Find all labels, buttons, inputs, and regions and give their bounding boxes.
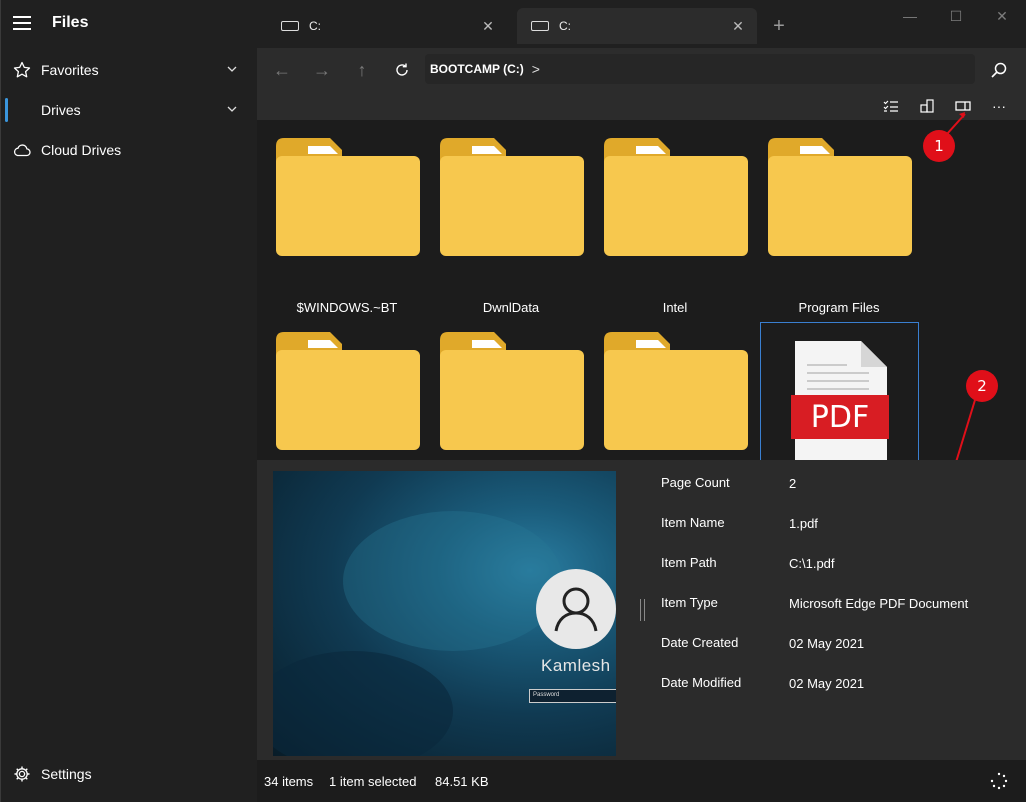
new-tab-button[interactable]: + bbox=[769, 16, 789, 36]
property-label: Item Path bbox=[661, 555, 717, 570]
close-icon[interactable]: ✕ bbox=[731, 19, 745, 33]
folder-item[interactable] bbox=[271, 322, 423, 460]
sidebar-item-label: Drives bbox=[41, 102, 81, 118]
item-name: Intel bbox=[662, 300, 688, 315]
sidebar-item-drives[interactable]: Drives bbox=[1, 92, 249, 128]
tab-label: C: bbox=[559, 19, 571, 33]
navigation-toolbar: ← → ↑ BOOTCAMP (C:) > bbox=[257, 48, 1026, 92]
multiselect-icon[interactable] bbox=[881, 96, 901, 116]
tab-label: C: bbox=[309, 19, 321, 33]
folder-icon bbox=[604, 332, 748, 450]
app-title: Files bbox=[52, 14, 89, 31]
sidebar-item-label: Favorites bbox=[41, 62, 99, 78]
breadcrumb[interactable]: BOOTCAMP (C:) bbox=[430, 62, 524, 76]
sidebar-item-label: Cloud Drives bbox=[41, 142, 122, 158]
layout-mode-icon[interactable] bbox=[917, 96, 937, 116]
pane-splitter-handle[interactable] bbox=[640, 599, 645, 621]
app-header: Files bbox=[13, 12, 88, 34]
property-value: 02 May 2021 bbox=[789, 636, 865, 651]
preview-image: Kamlesh Password bbox=[273, 471, 616, 756]
property-value: 2 bbox=[789, 476, 797, 491]
folder-item[interactable] bbox=[599, 322, 751, 460]
status-bar: 34 items 1 item selected 84.51 KB bbox=[257, 760, 1026, 802]
folder-icon bbox=[768, 138, 912, 256]
property-label: Date Created bbox=[661, 635, 739, 650]
maximize-button[interactable]: ☐ bbox=[933, 8, 979, 30]
folder-icon bbox=[440, 332, 584, 450]
minimize-button[interactable]: — bbox=[887, 8, 933, 30]
up-arrow-icon[interactable]: ↑ bbox=[349, 58, 375, 82]
sidebar: Files Favorites Drives Cloud Drives Sett… bbox=[0, 0, 257, 802]
tab-drive-c-2[interactable]: C: ✕ bbox=[517, 8, 757, 44]
pdf-badge-text: PDF bbox=[811, 400, 869, 435]
file-grid: $WINDOWS.~BT DwnlData Intel Program File… bbox=[257, 120, 1026, 460]
property-value: 02 May 2021 bbox=[789, 676, 865, 691]
chevron-down-icon[interactable] bbox=[227, 64, 237, 74]
tab-bar: C: ✕ C: ✕ + — ☐ ✕ bbox=[257, 0, 1026, 48]
folder-item[interactable] bbox=[435, 322, 587, 460]
password-field: Password bbox=[529, 689, 616, 703]
folder-item[interactable]: Intel bbox=[599, 128, 751, 318]
property-label: Item Type bbox=[661, 595, 718, 610]
property-label: Page Count bbox=[661, 475, 730, 490]
main-area: C: ✕ C: ✕ + — ☐ ✕ ← → ↑ BOOTCAMP (C:) > bbox=[257, 0, 1026, 802]
drive-icon bbox=[531, 21, 549, 31]
preview-pane: Kamlesh Password Page Count 2 Item Name … bbox=[257, 460, 1026, 760]
hamburger-menu-icon[interactable] bbox=[13, 16, 31, 30]
callout-arrow-icon bbox=[946, 112, 966, 135]
close-icon[interactable]: ✕ bbox=[481, 19, 495, 33]
folder-item[interactable]: DwnlData bbox=[435, 128, 587, 318]
window-close-button[interactable]: ✕ bbox=[979, 8, 1025, 30]
cloud-icon bbox=[12, 140, 32, 160]
property-label: Item Name bbox=[661, 515, 725, 530]
forward-arrow-icon[interactable]: → bbox=[309, 58, 335, 82]
property-value: C:\1.pdf bbox=[789, 556, 835, 571]
breadcrumb-separator[interactable]: > bbox=[532, 61, 540, 77]
selection-size: 84.51 KB bbox=[435, 774, 489, 789]
star-icon bbox=[12, 60, 32, 80]
pdf-file-icon: PDF bbox=[791, 341, 889, 460]
property-value: Microsoft Edge PDF Document bbox=[789, 596, 969, 611]
folder-icon bbox=[276, 332, 420, 450]
view-toolbar: ··· bbox=[257, 92, 1026, 120]
settings-label: Settings bbox=[41, 766, 92, 782]
folder-icon bbox=[604, 138, 748, 256]
settings-button[interactable]: Settings bbox=[1, 756, 249, 792]
avatar bbox=[536, 569, 616, 649]
item-name: Program Files bbox=[798, 300, 880, 315]
drive-icon bbox=[281, 21, 299, 31]
user-name: Kamlesh bbox=[541, 656, 611, 675]
property-value: 1.pdf bbox=[789, 516, 818, 531]
chevron-down-icon[interactable] bbox=[227, 104, 237, 114]
drive-icon bbox=[12, 100, 32, 120]
sidebar-item-favorites[interactable]: Favorites bbox=[1, 52, 249, 88]
item-name: DwnlData bbox=[482, 300, 540, 315]
selection-count: 1 item selected bbox=[329, 774, 417, 789]
property-label: Date Modified bbox=[661, 675, 742, 690]
item-count: 34 items bbox=[264, 774, 314, 789]
item-name: $WINDOWS.~BT bbox=[296, 300, 398, 315]
refresh-icon[interactable] bbox=[389, 58, 415, 82]
folder-item[interactable]: $WINDOWS.~BT bbox=[271, 128, 423, 318]
back-arrow-icon[interactable]: ← bbox=[269, 58, 295, 82]
pdf-file-item[interactable]: PDF bbox=[760, 322, 919, 460]
search-icon[interactable] bbox=[989, 60, 1009, 80]
loading-spinner-icon bbox=[990, 772, 1008, 790]
gear-icon bbox=[12, 764, 32, 784]
folder-item[interactable]: Program Files bbox=[763, 128, 915, 318]
sidebar-item-cloud-drives[interactable]: Cloud Drives bbox=[1, 132, 249, 168]
folder-icon bbox=[276, 138, 420, 256]
more-options-icon[interactable]: ··· bbox=[989, 96, 1009, 116]
address-bar[interactable]: BOOTCAMP (C:) > bbox=[425, 54, 975, 84]
folder-icon bbox=[440, 138, 584, 256]
tab-drive-c-1[interactable]: C: ✕ bbox=[267, 8, 507, 44]
